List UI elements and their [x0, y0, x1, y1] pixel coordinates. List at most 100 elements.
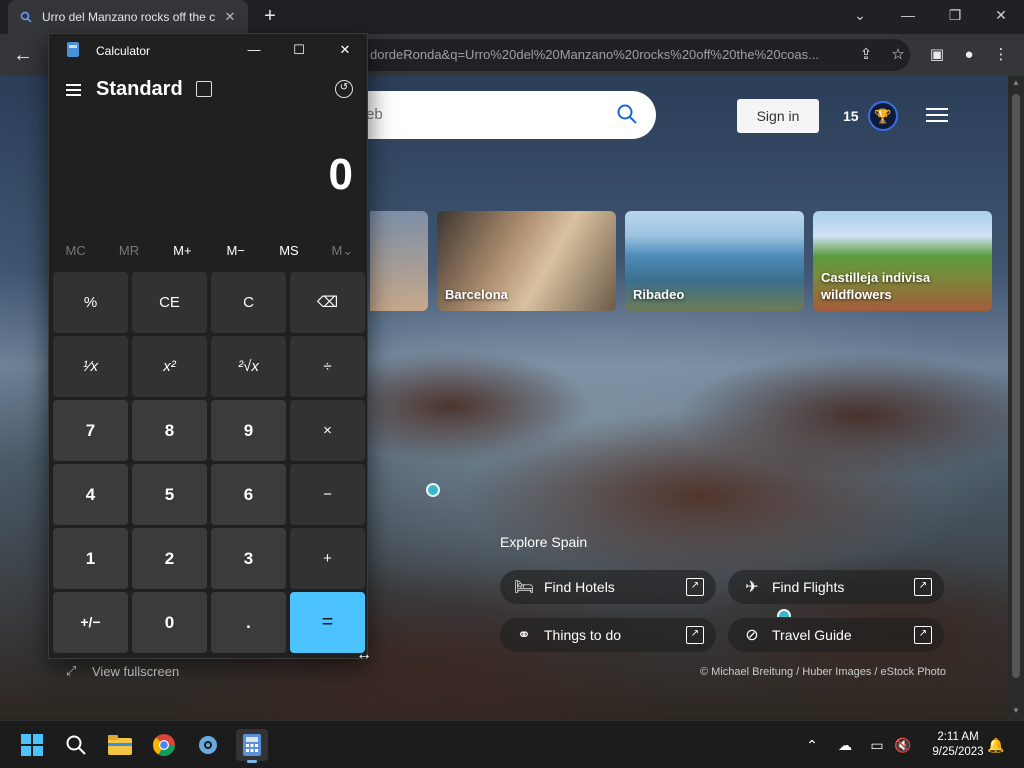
tab-close-icon[interactable]: ✕ [222, 9, 238, 25]
search-icon[interactable] [616, 103, 638, 125]
scroll-up-icon[interactable]: ▲ [1011, 78, 1021, 88]
rewards-trophy-icon[interactable]: 🏆 [868, 101, 898, 131]
taskbar-search-icon[interactable] [60, 729, 92, 761]
digit-3-button[interactable]: 3 [211, 528, 286, 589]
minimize-button[interactable]: — [893, 4, 923, 26]
volume-muted-icon[interactable]: 🔇 [893, 735, 913, 755]
digit-0-button[interactable]: 0 [132, 592, 207, 653]
restore-button[interactable]: ❐ [940, 4, 970, 26]
network-icon[interactable]: ▭ [867, 735, 887, 755]
calc-navigation-menu-icon[interactable] [66, 84, 81, 96]
external-link-icon: ↗ [686, 626, 704, 644]
reciprocal-button[interactable]: ¹⁄x [53, 336, 128, 397]
search-input[interactable]: eb [330, 91, 656, 139]
close-window-button[interactable]: ✕ [986, 4, 1016, 26]
card-label: Castilleja indivisa wildflowers [821, 270, 931, 302]
browser-tab-strip: Urro del Manzano rocks off the c ✕ + ⌄ —… [0, 0, 1024, 34]
file-explorer-icon[interactable] [104, 729, 136, 761]
settings-gear-icon[interactable] [192, 729, 224, 761]
sign-in-button[interactable]: Sign in [737, 99, 819, 133]
travel-guide-button[interactable]: ⊘ Travel Guide ↗ [728, 618, 944, 652]
view-fullscreen-link[interactable]: ⤢ View fullscreen [66, 663, 179, 679]
tab-title: Urro del Manzano rocks off the c [42, 10, 216, 24]
side-panel-icon[interactable]: ▣ [926, 44, 948, 66]
notification-bell-icon[interactable]: 🔔 [986, 735, 1006, 755]
page-scrollbar[interactable]: ▲ ▼ [1008, 76, 1024, 720]
search-favicon-icon [18, 9, 34, 25]
calculator-title-bar[interactable]: Calculator — ☐ ✕ [49, 34, 369, 66]
digit-8-button[interactable]: 8 [132, 400, 207, 461]
image-hotspot[interactable] [777, 609, 791, 617]
external-link-icon: ↗ [686, 578, 704, 596]
clock-date: 9/25/2023 [932, 746, 984, 758]
calc-maximize-button[interactable]: ☐ [284, 40, 314, 60]
external-link-icon: ↗ [914, 578, 932, 596]
carousel-card-barcelona[interactable]: Barcelona [437, 211, 616, 311]
memory-add-button[interactable]: M+ [156, 240, 209, 262]
binoculars-icon: ⚭ [517, 627, 531, 644]
carousel-card-partial[interactable] [370, 211, 428, 311]
digit-7-button[interactable]: 7 [53, 400, 128, 461]
clear-button[interactable]: C [211, 272, 286, 333]
backspace-button[interactable]: ⌫ [290, 272, 365, 333]
memory-subtract-button[interactable]: M− [209, 240, 262, 262]
equals-button[interactable]: = [290, 592, 365, 653]
divide-button[interactable]: ÷ [290, 336, 365, 397]
share-icon[interactable]: ⇪ [855, 44, 877, 66]
action-label: Things to do [544, 627, 622, 643]
browser-tab[interactable]: Urro del Manzano rocks off the c ✕ [8, 0, 248, 34]
more-menu-icon[interactable]: ⋮ [990, 44, 1012, 66]
system-clock[interactable]: 2:11 AM 9/25/2023 [920, 730, 996, 760]
digit-1-button[interactable]: 1 [53, 528, 128, 589]
back-arrow-icon[interactable]: ← [10, 42, 36, 68]
chrome-icon[interactable] [148, 729, 180, 761]
scroll-down-icon[interactable]: ▼ [1011, 706, 1021, 716]
memory-list-button[interactable]: M⌄ [316, 240, 369, 262]
add-button[interactable]: + [290, 528, 365, 589]
digit-5-button[interactable]: 5 [132, 464, 207, 525]
decimal-button[interactable]: . [211, 592, 286, 653]
show-hidden-icons-chevron-icon[interactable]: ⌃ [802, 735, 822, 755]
history-icon[interactable]: ↺ [335, 80, 353, 98]
clock-time: 2:11 AM [937, 731, 979, 743]
digit-4-button[interactable]: 4 [53, 464, 128, 525]
hamburger-menu-icon[interactable] [926, 108, 948, 124]
find-hotels-button[interactable]: 🛏 Find Hotels ↗ [500, 570, 716, 604]
calc-minimize-button[interactable]: — [239, 40, 269, 60]
square-button[interactable]: x² [132, 336, 207, 397]
memory-store-button[interactable]: MS [262, 240, 315, 262]
start-windows-icon[interactable] [16, 729, 48, 761]
digit-6-button[interactable]: 6 [211, 464, 286, 525]
image-credit: © Michael Breitung / Huber Images / eSto… [700, 666, 946, 678]
digit-9-button[interactable]: 9 [211, 400, 286, 461]
calculator-taskbar-icon[interactable] [236, 729, 268, 763]
square-root-button[interactable]: ²√x [211, 336, 286, 397]
cloud-offline-icon[interactable]: ☁ [835, 735, 855, 755]
keep-on-top-icon[interactable] [196, 81, 212, 97]
things-to-do-button[interactable]: ⚭ Things to do ↗ [500, 618, 716, 652]
image-hotspot[interactable] [426, 483, 440, 497]
bookmark-star-icon[interactable]: ☆ [887, 44, 909, 66]
card-label: Barcelona [445, 287, 508, 302]
scrollbar-thumb[interactable] [1012, 94, 1020, 678]
card-label: Ribadeo [633, 287, 685, 302]
memory-recall-button[interactable]: MR [102, 240, 155, 262]
new-tab-button[interactable]: + [259, 6, 281, 28]
external-link-icon: ↗ [914, 626, 932, 644]
subtract-button[interactable]: − [290, 464, 365, 525]
percent-button[interactable]: % [53, 272, 128, 333]
multiply-button[interactable]: × [290, 400, 365, 461]
action-label: Find Hotels [544, 579, 615, 595]
memory-clear-button[interactable]: MC [49, 240, 102, 262]
find-flights-button[interactable]: ✈ Find Flights ↗ [728, 570, 944, 604]
calc-display: 0 [328, 150, 353, 199]
tab-search-chevron-icon[interactable]: ⌄ [845, 4, 875, 26]
rewards-points[interactable]: 15 [843, 108, 859, 124]
negate-button[interactable]: +/− [53, 592, 128, 653]
digit-2-button[interactable]: 2 [132, 528, 207, 589]
carousel-card-wildflowers[interactable]: Castilleja indivisa wildflowers [813, 211, 992, 311]
calc-close-button[interactable]: ✕ [330, 40, 360, 60]
clear-entry-button[interactable]: CE [132, 272, 207, 333]
carousel-card-ribadeo[interactable]: Ribadeo [625, 211, 804, 311]
profile-icon[interactable]: ● [958, 44, 980, 66]
